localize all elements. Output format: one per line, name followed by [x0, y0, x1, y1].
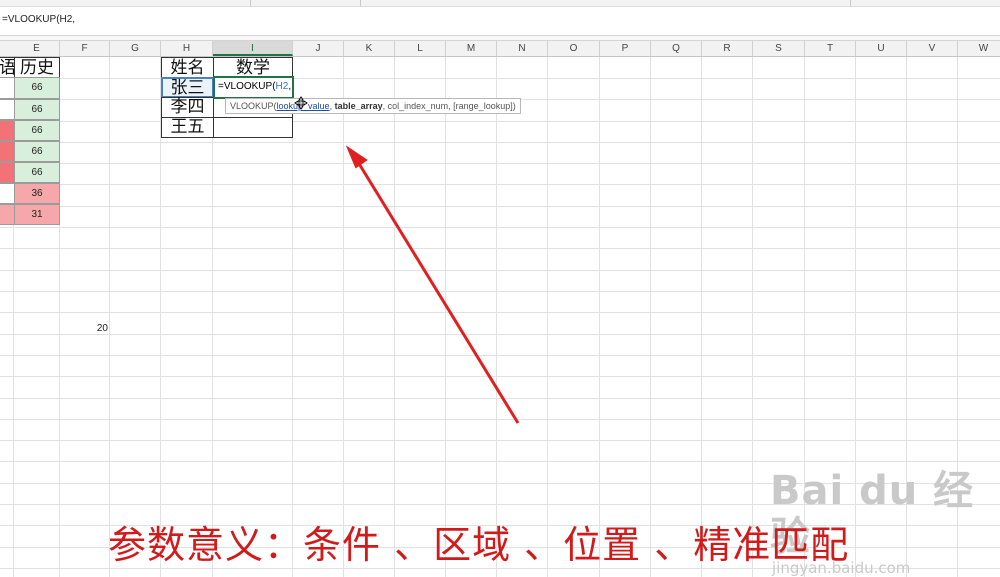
move-cursor-icon: [294, 96, 308, 110]
red-arrow-icon: [345, 145, 520, 424]
video-caption: 参数意义：条件 、区域 、位置 、精准匹配: [108, 523, 850, 567]
